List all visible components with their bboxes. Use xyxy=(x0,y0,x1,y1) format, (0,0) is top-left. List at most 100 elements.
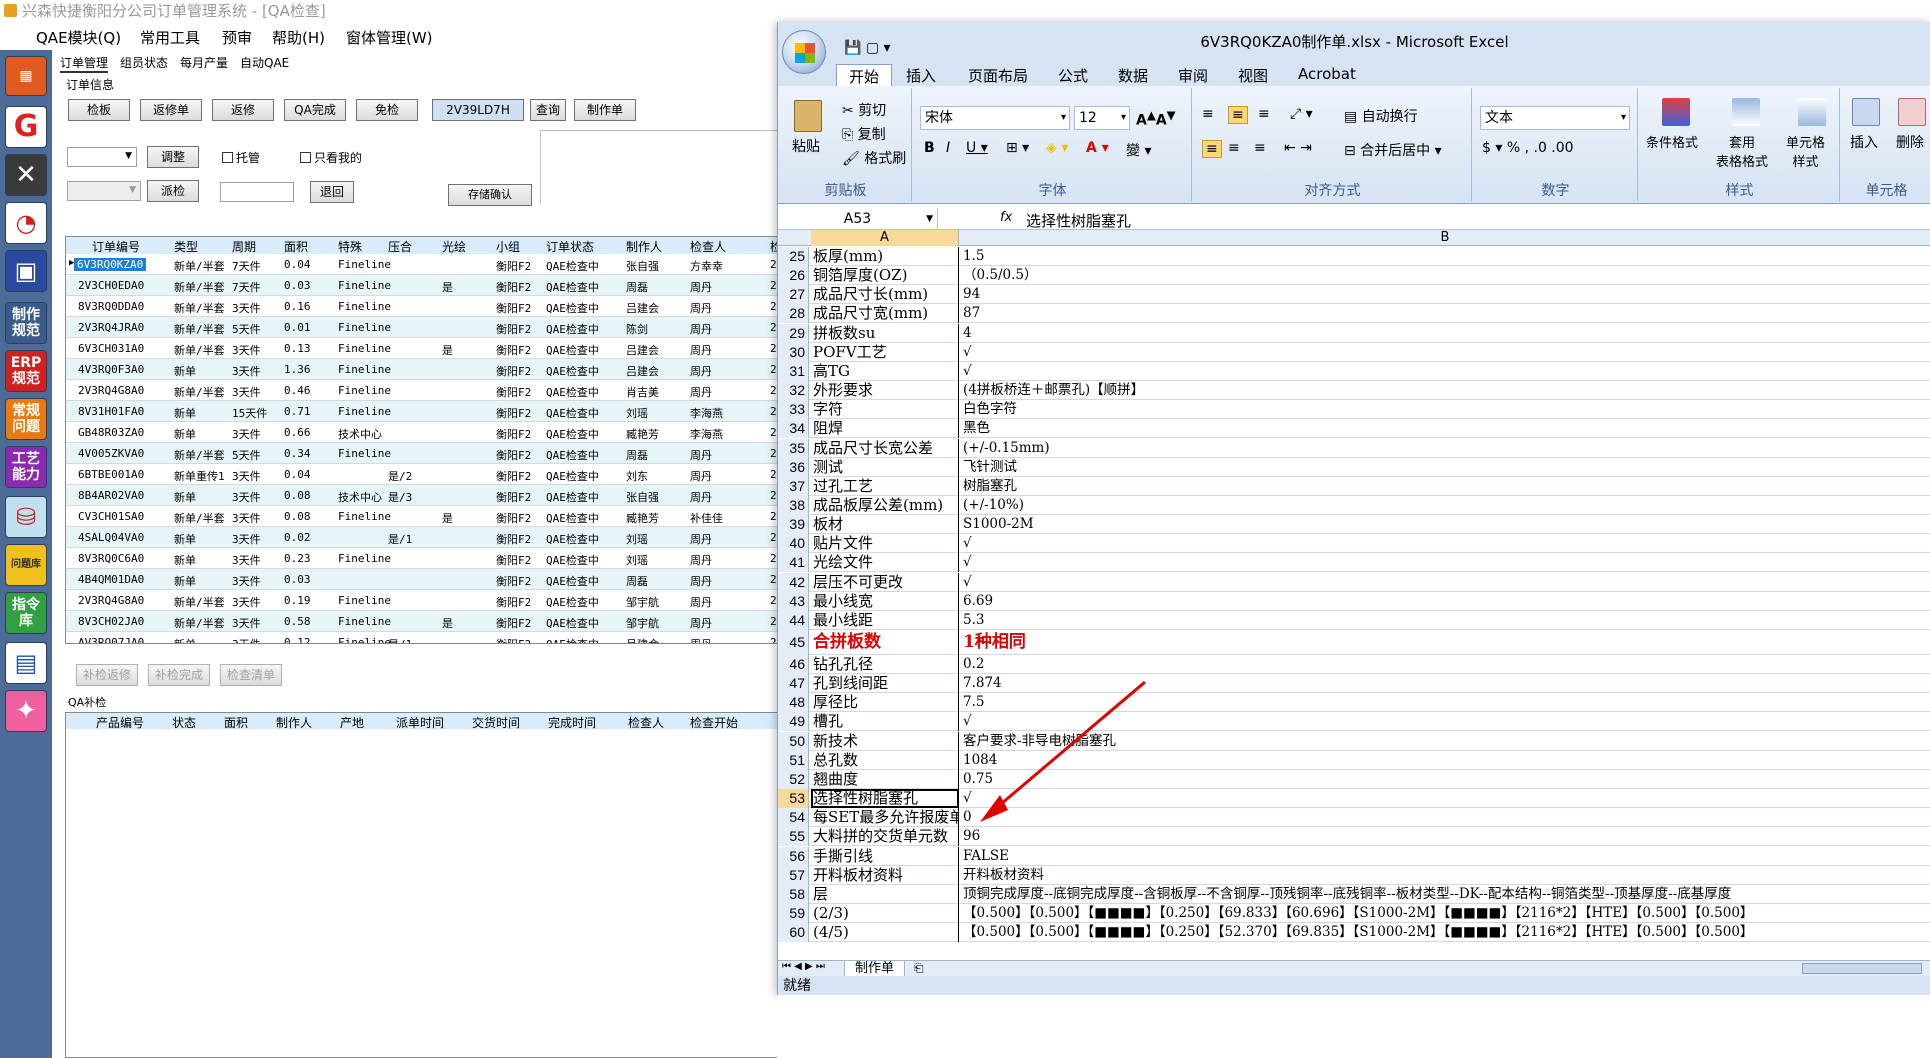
tab-view[interactable]: 视图 xyxy=(1238,65,1268,86)
align-right-button[interactable]: ≡ xyxy=(1254,140,1266,156)
wrap-text-button[interactable]: ▤ 自动换行 xyxy=(1344,106,1418,126)
dispatch-button[interactable]: 派检 xyxy=(147,180,199,202)
cell-style-icon[interactable] xyxy=(1798,98,1826,126)
table-row[interactable]: GB48R03ZA0新单3天件0.66技术中心衡阳F2QAE检查中臧艳芳李海燕2… xyxy=(66,422,784,443)
tools-icon[interactable]: ✕ xyxy=(5,154,47,196)
launcher-command[interactable]: 指令 库 xyxy=(5,592,47,634)
sheet-tab-make-order[interactable]: 制作单 xyxy=(844,961,906,977)
launcher-issue-lib[interactable]: 问题库 xyxy=(5,544,47,586)
menu-tools[interactable]: 常用工具 xyxy=(140,27,200,48)
copy-button[interactable]: ⎘ 复制 xyxy=(842,124,886,144)
sheet-nav-buttons[interactable]: ⏮ ◀ ▶ ⏭ xyxy=(782,961,825,972)
table-row[interactable]: 4B4QM01DA0新单3天件0.03衡阳F2QAE检查中周磊周丹2025 xyxy=(66,569,784,590)
orange-grid-icon[interactable]: ▦ xyxy=(5,56,47,96)
align-left-button[interactable]: ≡ xyxy=(1202,140,1222,158)
font-color-button[interactable]: A ▾ xyxy=(1086,140,1109,156)
grow-font-button[interactable]: A▲A▼ xyxy=(1136,108,1176,129)
qa-col-origin[interactable]: 产地 xyxy=(340,714,364,731)
table-row[interactable]: ▶ 6V3RQ0KZA0 新单/半套 7天件 0.04 Fineline 衡阳F2 QAE检查… xyxy=(66,254,784,275)
table-row[interactable]: 6BTBE001A0新单重传13天件0.04是/2衡阳F2QAE检查中刘东周丹2… xyxy=(66,464,784,485)
merge-center-button[interactable]: ⊟ 合并后居中 ▾ xyxy=(1344,140,1442,160)
launcher-common-issues[interactable]: 常规 问题 xyxy=(5,398,47,440)
orientation-button[interactable]: ⤢ ▾ xyxy=(1290,106,1313,122)
paste-icon[interactable] xyxy=(794,100,822,132)
font-size-select[interactable]: 12 ▾ xyxy=(1074,106,1130,130)
horizontal-scrollbar[interactable] xyxy=(1802,963,1922,974)
new-sheet-icon[interactable]: ⎗ xyxy=(914,961,924,976)
col-checker[interactable]: 检查人 xyxy=(690,238,726,255)
table-row[interactable]: 4V3RQ0F3A0 新单 3天件 1.36 Fineline 衡阳F2 QAE检查中 吕建会… xyxy=(66,359,784,380)
menu-window[interactable]: 窗体管理(W) xyxy=(346,27,433,48)
table-row[interactable]: 8V3RQ0C6A0 新单 3天件 0.23 Fineline 衡阳F2 QAE检查中 刘瑶 周… xyxy=(66,548,784,569)
format-painter-button[interactable]: 🖌 格式刷 xyxy=(842,148,906,168)
chart-icon[interactable]: ◔ xyxy=(5,202,47,244)
recheck-repair-button[interactable]: 补检返修 xyxy=(76,664,138,686)
menu-qae[interactable]: QAE模块(Q) xyxy=(36,27,121,48)
tab-member-status[interactable]: 组员状态 xyxy=(120,54,168,71)
phonetic-button[interactable]: 變 ▾ xyxy=(1126,140,1151,160)
order-code-field[interactable]: 2V39LD7H xyxy=(432,99,524,121)
qa-col-maker[interactable]: 制作人 xyxy=(276,714,312,731)
fill-color-button[interactable]: ◈ ▾ xyxy=(1046,140,1068,156)
dispatch-dropdown[interactable]: ▼ xyxy=(67,181,141,201)
col-maker[interactable]: 制作人 xyxy=(626,238,662,255)
hosted-checkbox[interactable]: 托管 xyxy=(222,149,260,166)
tab-review[interactable]: 审阅 xyxy=(1178,65,1208,86)
table-row[interactable]: 8B4AR02VA0 新单 3天件 0.08 技术中心 是/3 衡阳F2 QAE检查中 张自强 周… xyxy=(66,485,784,506)
tab-acrobat[interactable]: Acrobat xyxy=(1298,65,1356,83)
number-format-select[interactable]: 文本 ▾ xyxy=(1480,106,1630,130)
qa-complete-button[interactable]: QA完成 xyxy=(284,99,346,121)
store-confirm-button[interactable]: 存储确认 xyxy=(448,184,532,206)
table-row[interactable]: 8V3RQ0DDA0 新单/半套 3天件 0.16 Fineline 衡阳F2 QAE检查中… xyxy=(66,296,784,317)
col-area[interactable]: 面积 xyxy=(284,238,308,255)
return-button[interactable]: 退回 xyxy=(310,181,354,203)
check-list-button[interactable]: 检查清单 xyxy=(220,664,282,686)
menu-help[interactable]: 帮助(H) xyxy=(272,27,325,48)
align-bottom-button[interactable]: ≡ xyxy=(1258,106,1270,122)
font-name-select[interactable]: 宋体 ▾ xyxy=(920,106,1070,130)
qa-col-area[interactable]: 面积 xyxy=(224,714,248,731)
table-row[interactable]: 2V3RQ4G8A0 新单/半套 3天件 0.19 Fineline 衡阳F2 QAE检查中… xyxy=(66,590,784,611)
filter-dropdown[interactable]: ▼ xyxy=(67,147,137,167)
repair-button[interactable]: 返修 xyxy=(212,99,274,121)
recheck-complete-button[interactable]: 补检完成 xyxy=(148,664,210,686)
g-logo-icon[interactable]: G xyxy=(5,106,47,148)
qa-col-finish-time[interactable]: 完成时间 xyxy=(548,714,596,731)
table-row[interactable]: 2V3RQ4G8A0 新单/半套 3天件 0.46 Fineline 衡阳F2 QAE检查中… xyxy=(66,380,784,401)
star-icon[interactable]: ✦ xyxy=(5,690,47,732)
qa-col-product[interactable]: 产品编号 xyxy=(96,714,144,731)
indent-buttons[interactable]: ⇤ ⇥ xyxy=(1284,140,1312,156)
table-row[interactable]: 2V3RQ4JRA0 新单/半套 5天件 0.01 Fineline 衡阳F2 QAE检查中… xyxy=(66,317,784,338)
tab-monthly-output[interactable]: 每月产量 xyxy=(180,54,228,71)
table-row[interactable]: CV3CH01SA0 新单/半套 3天件 0.08 Fineline 是 衡阳F2 QAE检查… xyxy=(66,506,784,527)
formula-input[interactable]: 选择性树脂塞孔 xyxy=(1026,210,1131,231)
number-format-buttons[interactable]: $ ▾ % , .0 .00 xyxy=(1482,140,1574,156)
align-middle-button[interactable]: ≡ xyxy=(1228,106,1248,124)
qa-col-delivery-time[interactable]: 交货时间 xyxy=(472,714,520,731)
table-row[interactable]: 8V3CH02JA0 新单/半套 3天件 0.58 Fineline 是 衡阳F2 QAE检查… xyxy=(66,611,784,632)
col-status[interactable]: 订单状态 xyxy=(546,238,594,255)
launcher-erp[interactable]: ERP 规范 xyxy=(5,350,47,392)
table-row[interactable]: 2V3CH0EDA0 新单/半套 7天件 0.03 Fineline 是 衡阳F2 QAE检查… xyxy=(66,275,784,296)
repair-order-button[interactable]: 返修单 xyxy=(140,99,202,121)
col-order-no[interactable]: 订单编号 xyxy=(92,238,140,255)
qa-col-status[interactable]: 状态 xyxy=(172,714,196,731)
launcher-spec[interactable]: 制作 规范 xyxy=(5,302,47,344)
table-row[interactable]: 6V3CH031A0 新单/半套 3天件 0.13 Fineline 是 衡阳F2 QAE检查… xyxy=(66,338,784,359)
inspect-board-button[interactable]: 检板 xyxy=(68,99,130,121)
qa-col-checker[interactable]: 检查人 xyxy=(628,714,664,731)
menu-preview[interactable]: 预审 xyxy=(222,27,252,48)
col-cycle[interactable]: 周期 xyxy=(232,238,256,255)
italic-button[interactable]: I xyxy=(946,140,950,156)
col-group[interactable]: 小组 xyxy=(496,238,520,255)
underline-button[interactable]: U ▾ xyxy=(966,140,988,156)
dispatch-input[interactable] xyxy=(220,182,294,202)
adjust-button[interactable]: 调整 xyxy=(147,146,199,168)
qa-col-check-start[interactable]: 检查开始 xyxy=(690,714,738,731)
tab-formulas[interactable]: 公式 xyxy=(1058,65,1088,86)
make-order-button[interactable]: 制作单 xyxy=(574,99,636,121)
exempt-button[interactable]: 免检 xyxy=(356,99,418,121)
database-icon[interactable]: ⛁ xyxy=(5,496,47,538)
tab-home[interactable]: 开始 xyxy=(836,64,893,87)
save-icon[interactable]: ▣ xyxy=(5,250,47,292)
